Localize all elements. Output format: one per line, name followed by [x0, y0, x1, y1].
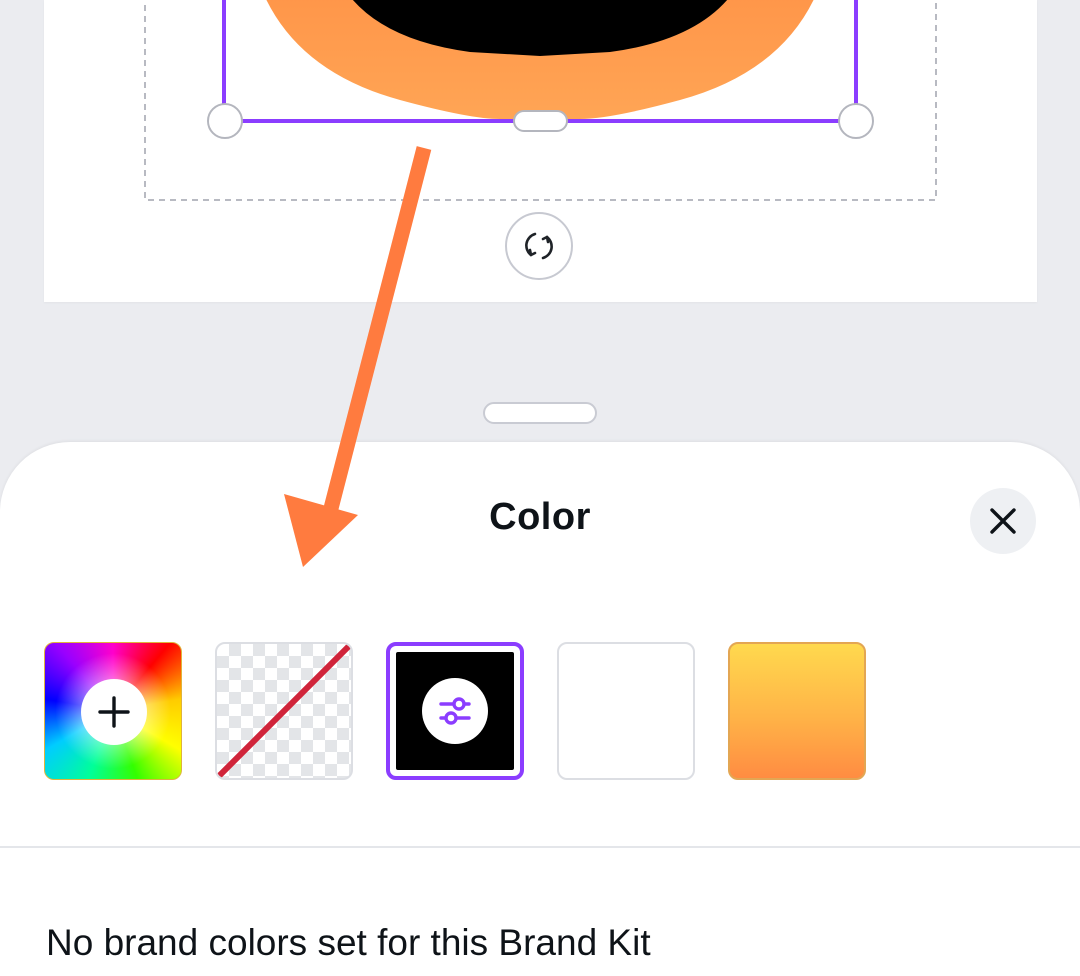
- rotate-button[interactable]: [505, 212, 573, 280]
- transparent-swatch[interactable]: [215, 642, 353, 780]
- brand-kit-message: No brand colors set for this Brand Kit: [46, 922, 651, 963]
- canvas-artwork: [144, 0, 937, 201]
- plus-icon: [81, 679, 147, 745]
- sheet-drag-handle[interactable]: [483, 402, 597, 424]
- no-color-slash: [217, 644, 351, 778]
- divider: [0, 846, 1080, 848]
- resize-handle-bottom-right[interactable]: [838, 103, 874, 139]
- black-swatch-selected[interactable]: [386, 642, 524, 780]
- rotate-icon: [525, 232, 553, 260]
- close-icon: [990, 508, 1016, 534]
- panel-title: Color: [489, 496, 591, 538]
- orange-gradient-swatch[interactable]: [728, 642, 866, 780]
- resize-handle-bottom-left[interactable]: [207, 103, 243, 139]
- sliders-adjust-icon: [422, 678, 488, 744]
- add-color-swatch[interactable]: [44, 642, 182, 780]
- color-panel: Color No brand colors set for this Brand…: [0, 442, 1080, 976]
- white-swatch[interactable]: [557, 642, 695, 780]
- resize-handle-bottom-middle[interactable]: [513, 110, 568, 132]
- close-button[interactable]: [970, 488, 1036, 554]
